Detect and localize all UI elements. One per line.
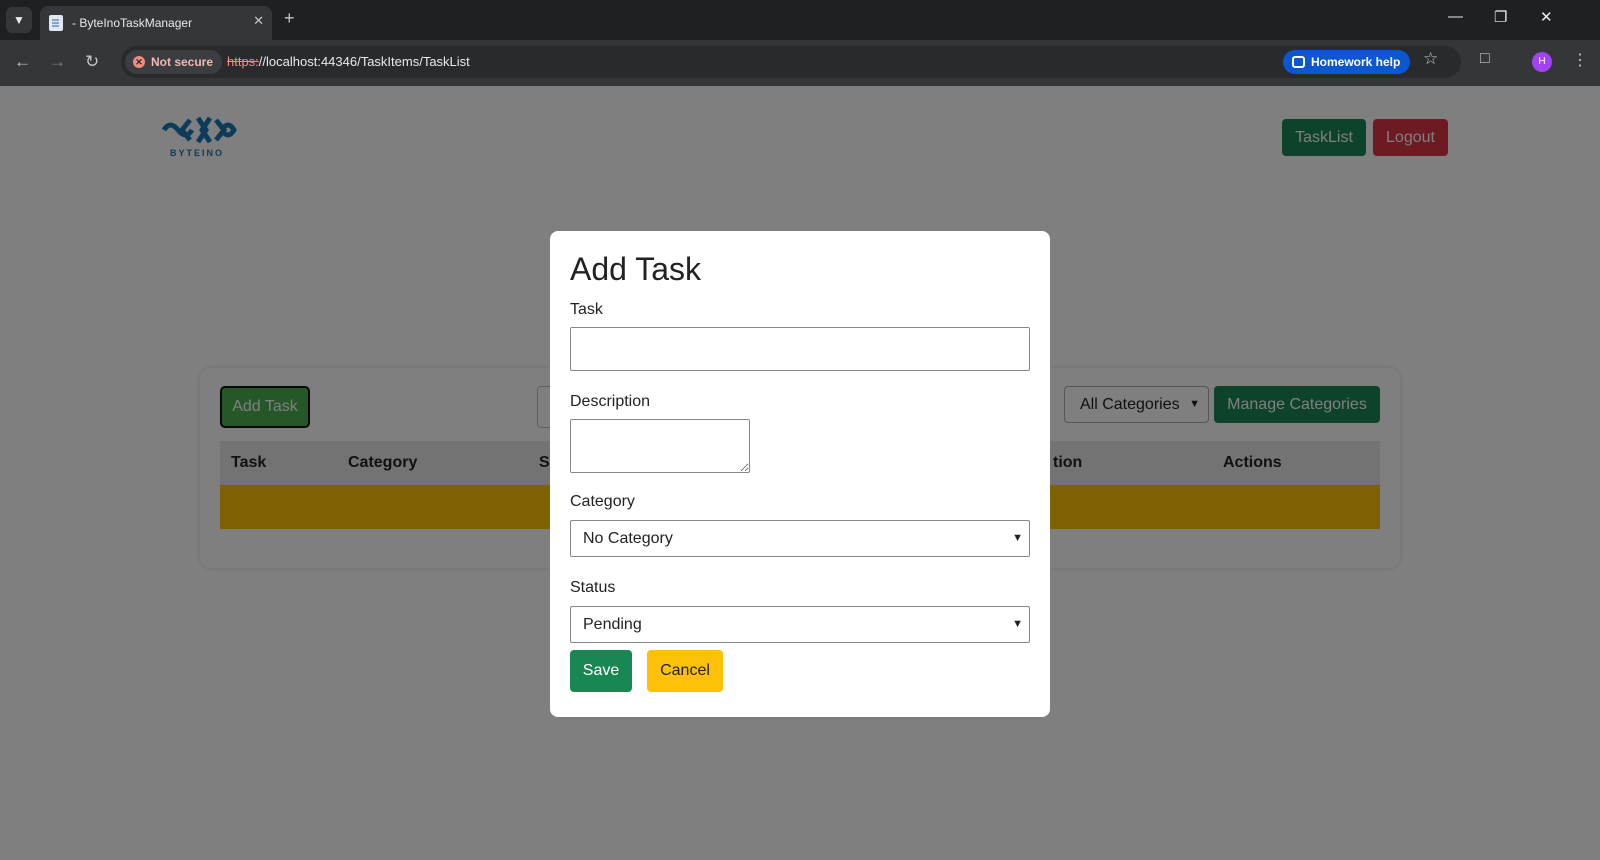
description-textarea[interactable] [570, 419, 750, 473]
task-input[interactable] [570, 327, 1030, 371]
extensions-icon[interactable]: □ [1480, 50, 1490, 68]
tab-title: - ByteInoTaskManager [72, 16, 193, 30]
browser-tab[interactable]: - ByteInoTaskManager ✕ [40, 6, 272, 40]
category-select[interactable]: No Category ▼ [570, 520, 1030, 557]
status-select[interactable]: Pending ▼ [570, 606, 1030, 643]
close-tab-icon[interactable]: ✕ [253, 13, 264, 29]
tab-search-button[interactable]: ▼ [6, 7, 32, 33]
status-select-value: Pending [583, 616, 642, 633]
modal-title: Add Task [570, 251, 702, 287]
status-label: Status [570, 579, 616, 596]
chevron-down-icon: ▼ [1012, 618, 1023, 630]
warning-icon: ✕ [133, 56, 145, 68]
restore-icon[interactable]: ❐ [1494, 8, 1507, 26]
lens-icon [1292, 56, 1305, 68]
browser-tab-bar: ▼ - ByteInoTaskManager ✕ + — ❐ ✕ [0, 0, 1600, 40]
save-button[interactable]: Save [570, 650, 632, 692]
browser-address-bar: ← → ↻ ✕ Not secure https://localhost:443… [0, 40, 1600, 86]
category-select-value: No Category [583, 530, 673, 547]
forward-arrow-icon[interactable]: → [49, 52, 66, 72]
url-scheme: https: [227, 54, 259, 69]
minimize-icon[interactable]: — [1448, 8, 1463, 25]
homework-help-label: Homework help [1311, 55, 1401, 69]
close-window-icon[interactable]: ✕ [1540, 8, 1553, 26]
page-favicon-icon [49, 15, 63, 31]
bookmark-star-icon[interactable]: ☆ [1423, 49, 1438, 69]
new-tab-button[interactable]: + [284, 8, 295, 29]
task-label: Task [570, 301, 603, 318]
cancel-button[interactable]: Cancel [647, 650, 723, 692]
security-chip[interactable]: ✕ Not secure [125, 50, 223, 74]
add-task-modal: Add Task Task Description Category No Ca… [550, 231, 1050, 717]
category-label: Category [570, 493, 635, 510]
url-text[interactable]: https://localhost:44346/TaskItems/TaskLi… [227, 54, 470, 69]
url-path: //localhost:44346/TaskItems/TaskList [258, 54, 470, 69]
description-label: Description [570, 393, 651, 410]
reload-icon[interactable]: ↻ [85, 52, 99, 72]
url-omnibox[interactable]: ✕ Not secure https://localhost:44346/Tas… [121, 46, 1461, 78]
profile-avatar[interactable]: H [1532, 52, 1552, 72]
homework-help-button[interactable]: Homework help [1283, 50, 1411, 74]
back-arrow-icon[interactable]: ← [14, 52, 31, 72]
page-viewport: BYTEINO TaskList Logout Add Task All Cat… [0, 86, 1600, 860]
chevron-down-icon: ▼ [1012, 532, 1023, 544]
browser-menu-icon[interactable]: ⋮ [1572, 50, 1588, 70]
security-label: Not secure [151, 55, 214, 69]
